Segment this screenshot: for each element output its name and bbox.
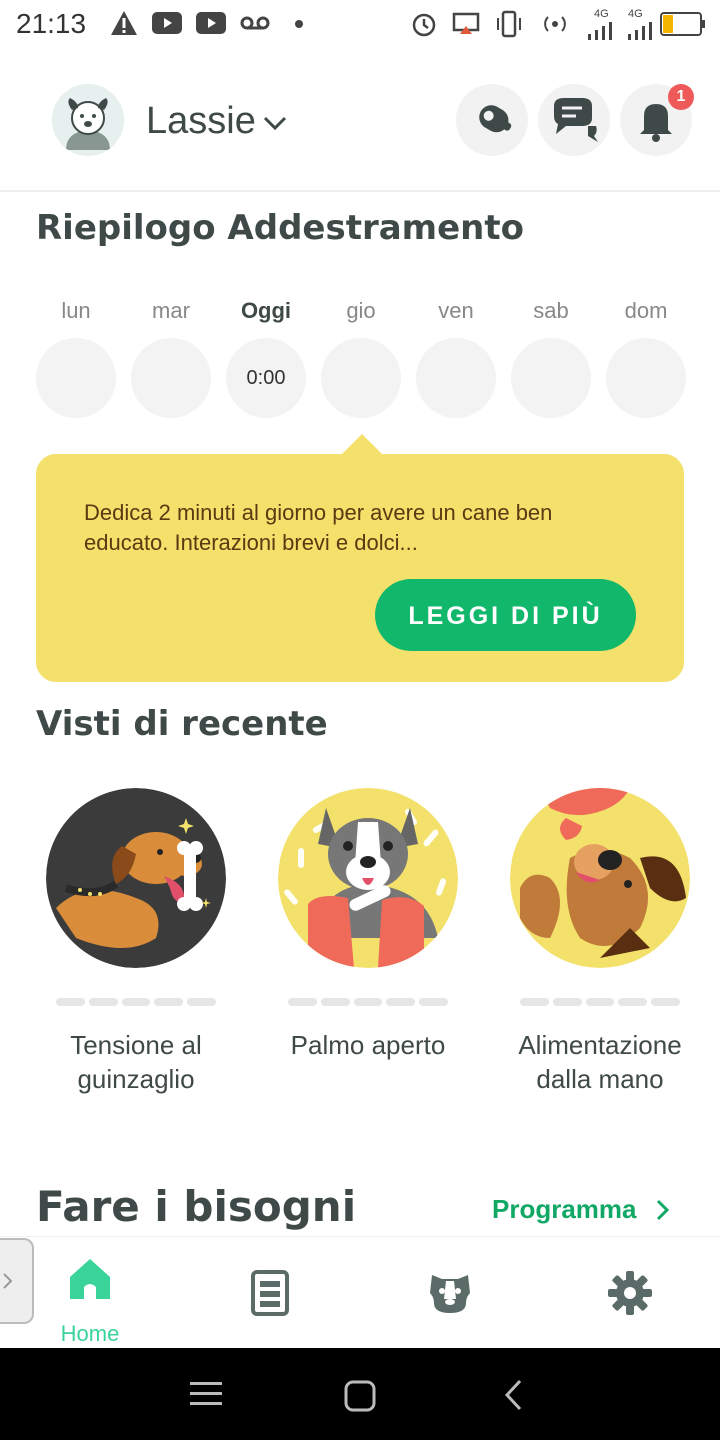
chat-icon: [554, 98, 598, 142]
home-button-icon[interactable]: [344, 1380, 376, 1412]
nav-home-label: Home: [60, 1321, 120, 1346]
lesson-title[interactable]: Tensione al guinzaglio: [26, 1028, 246, 1096]
lesson-progress: [288, 998, 448, 1006]
chevron-right-icon[interactable]: [654, 1198, 672, 1222]
chat-button[interactable]: [538, 84, 610, 156]
day-label-today: Oggi: [240, 298, 292, 323]
lesson-image-leash[interactable]: [46, 788, 226, 968]
app-header: Lassie 1: [0, 50, 720, 192]
home-icon: [70, 1259, 110, 1299]
menu-icon[interactable]: [190, 1380, 222, 1408]
read-more-button[interactable]: LEGGI DI PIÙ: [375, 579, 636, 651]
day-circle[interactable]: [321, 338, 401, 418]
potty-title: Fare i bisogni: [36, 1182, 357, 1231]
side-drawer-handle[interactable]: [0, 1238, 34, 1324]
day-label: dom: [624, 298, 668, 323]
day-circle[interactable]: [416, 338, 496, 418]
lesson-progress: [56, 998, 216, 1006]
day-circle-today[interactable]: 0:00: [226, 338, 306, 418]
day-label: sab: [533, 298, 569, 323]
settings-icon: [608, 1271, 652, 1315]
warning-icon: [111, 11, 137, 35]
dog-avatar[interactable]: [52, 84, 124, 156]
day-label: lun: [61, 298, 91, 323]
program-link[interactable]: Programma: [492, 1194, 637, 1225]
day-circle[interactable]: [606, 338, 686, 418]
dog-name-selector[interactable]: Lassie: [146, 100, 256, 143]
nav-dog[interactable]: [390, 1251, 510, 1351]
cast-icon: [452, 12, 480, 34]
status-bar: 21:13 4G 4G: [0, 0, 720, 50]
nav-lessons[interactable]: [210, 1251, 330, 1351]
tip-text: Dedica 2 minuti al giorno per avere un c…: [84, 500, 553, 555]
youtube-icon: [152, 12, 182, 34]
day-label: ven: [438, 298, 474, 323]
dog-icon: [430, 1275, 470, 1313]
chevron-down-icon[interactable]: [262, 114, 288, 132]
vibrate-icon: [497, 10, 521, 38]
alarm-icon: [412, 13, 436, 37]
dot-icon: [295, 20, 303, 28]
nav-home[interactable]: Home: [30, 1251, 150, 1351]
voicemail-icon: [240, 16, 270, 30]
recent-title: Visti di recente: [36, 704, 328, 744]
day-label: gio: [346, 298, 376, 323]
notification-badge: 1: [668, 84, 694, 110]
day-circle[interactable]: [36, 338, 116, 418]
lesson-image-open-palm[interactable]: [278, 788, 458, 968]
system-navigation-bar: [0, 1348, 720, 1440]
clicker-button[interactable]: [456, 84, 528, 156]
training-summary-title: Riepilogo Addestramento: [36, 208, 524, 248]
youtube-icon: [196, 12, 226, 34]
dog-icon: [66, 98, 110, 150]
clicker-icon: [479, 105, 512, 133]
chevron-right-icon: [3, 1273, 13, 1289]
battery-icon: [660, 12, 705, 36]
day-label: mar: [152, 298, 190, 323]
day-circle[interactable]: [131, 338, 211, 418]
back-icon[interactable]: [502, 1378, 524, 1412]
signal-4g-icon: 4G: [624, 8, 660, 40]
tip-pointer: [340, 434, 384, 456]
nav-settings[interactable]: [570, 1251, 690, 1351]
bottom-navigation: Home: [0, 1236, 720, 1349]
hotspot-icon: [544, 16, 566, 32]
lessons-icon: [251, 1270, 289, 1316]
status-time: 21:13: [16, 8, 87, 39]
day-circle[interactable]: [511, 338, 591, 418]
lesson-image-hand-feeding[interactable]: [510, 788, 690, 968]
lesson-progress: [520, 998, 680, 1006]
signal-4g-icon: 4G: [582, 8, 626, 40]
lesson-title[interactable]: Alimentazione dalla mano: [490, 1028, 710, 1096]
lesson-title[interactable]: Palmo aperto: [258, 1028, 478, 1062]
